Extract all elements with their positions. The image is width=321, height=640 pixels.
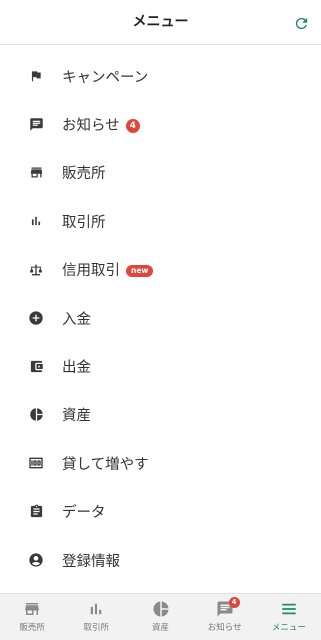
menu-item-label: 出金: [62, 360, 91, 377]
store-icon: [28, 165, 44, 181]
wallet-icon: [28, 359, 44, 375]
tab-label: メニュー: [271, 623, 306, 633]
money-icon: [28, 455, 44, 471]
menu-item-lending[interactable]: 貸して増やす: [0, 439, 321, 487]
menu-item-label: 取引所: [62, 214, 106, 231]
tab-exchange[interactable]: 取引所: [64, 594, 128, 640]
bottom-tab-bar: 販売所 取引所 資産 4 お知らせ メニュー: [0, 593, 321, 640]
menu-item-exchange[interactable]: 取引所: [0, 197, 321, 245]
tab-label: 取引所: [83, 623, 110, 633]
pie-chart-icon: [151, 600, 171, 618]
pie-chart-icon: [28, 407, 44, 423]
menu-icon: [279, 600, 299, 618]
notification-count-badge: 4: [228, 597, 240, 608]
plus-circle-icon: [28, 310, 44, 326]
menu-item-label: 入金: [62, 311, 91, 328]
bar-chart-icon: [86, 600, 106, 618]
menu-item-label: 資産: [62, 408, 91, 425]
menu-item-sales-office[interactable]: 販売所: [0, 149, 321, 197]
tab-news[interactable]: 4 お知らせ: [193, 594, 257, 640]
tab-assets[interactable]: 資産: [128, 594, 192, 640]
menu-item-assets[interactable]: 資産: [0, 391, 321, 439]
message-icon: [28, 117, 44, 133]
bar-chart-icon: [28, 213, 44, 229]
tab-label: 資産: [152, 623, 170, 633]
clipboard-icon: [28, 504, 44, 520]
menu-item-label: 貸して増やす: [62, 456, 149, 473]
tab-sales-office[interactable]: 販売所: [0, 594, 64, 640]
account-circle-icon: [28, 552, 44, 568]
menu-item-label: お知らせ: [62, 118, 120, 135]
menu-item-data[interactable]: データ: [0, 488, 321, 536]
tab-label: 販売所: [19, 623, 45, 633]
flag-icon: [28, 68, 44, 84]
balance-scale-icon: [28, 262, 44, 278]
menu-item-withdrawal[interactable]: 出金: [0, 342, 321, 390]
refresh-button[interactable]: [291, 13, 311, 33]
new-badge: new: [126, 265, 154, 278]
menu-list: キャンペーン お知らせ 4 販売所 取引所 信用取引 new 入金 出金 資産 …: [0, 52, 321, 584]
menu-item-margin-trading[interactable]: 信用取引 new: [0, 246, 321, 294]
page-title: メニュー: [132, 14, 189, 30]
menu-item-deposit[interactable]: 入金: [0, 294, 321, 342]
menu-item-label: データ: [62, 505, 106, 522]
menu-item-label: 販売所: [62, 166, 106, 183]
tab-menu[interactable]: メニュー: [257, 594, 321, 640]
menu-item-label: 登録情報: [62, 553, 120, 570]
menu-item-label: 信用取引: [62, 263, 120, 280]
menu-item-news[interactable]: お知らせ 4: [0, 100, 321, 148]
menu-item-label: キャンペーン: [62, 69, 149, 86]
header: メニュー: [0, 0, 321, 45]
store-icon: [22, 600, 42, 618]
menu-item-profile[interactable]: 登録情報: [0, 536, 321, 584]
notification-count-badge: 4: [125, 119, 140, 134]
menu-item-campaign[interactable]: キャンペーン: [0, 52, 321, 100]
refresh-icon: [295, 17, 307, 29]
tab-label: お知らせ: [207, 623, 242, 633]
